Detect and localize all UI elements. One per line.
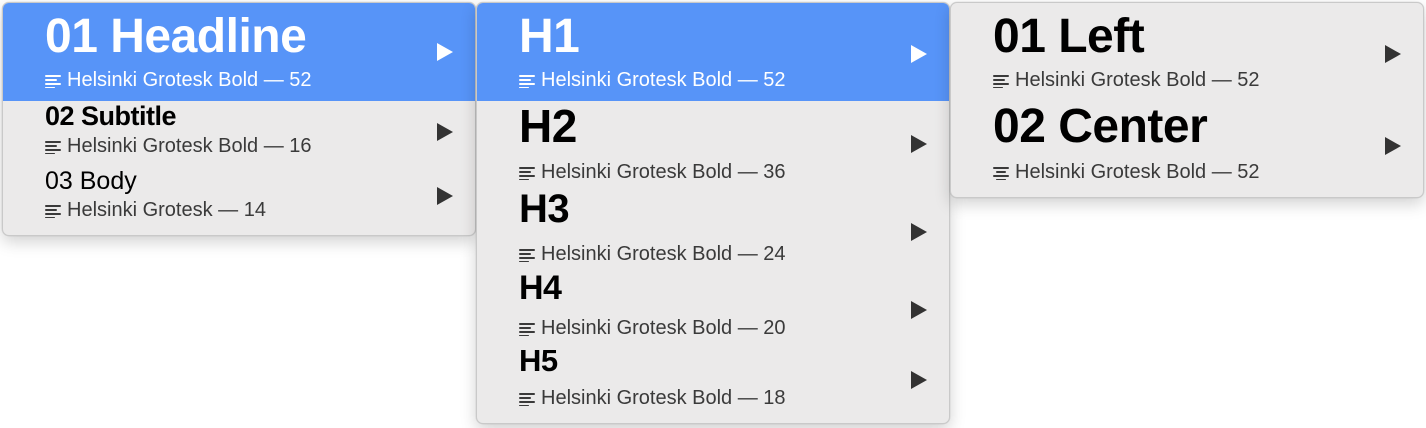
menu-item-title: H5 <box>519 343 558 378</box>
menu-item-title: 03 Body <box>45 167 137 195</box>
submenu-arrow-icon <box>1385 45 1401 63</box>
submenu-arrow-icon <box>911 371 927 389</box>
menu-item-left[interactable]: 01 Left Helsinki Grotesk Bold — 52 <box>951 3 1423 101</box>
menu-item-subtitle-text: Helsinki Grotesk Bold — 52 <box>1015 161 1260 183</box>
menu-item-subtitle: Helsinki Grotesk Bold — 16 <box>45 135 312 158</box>
align-left-icon <box>519 248 535 262</box>
submenu-arrow-icon <box>437 43 453 61</box>
align-left-icon <box>45 204 61 218</box>
menu-item-subtitle: Helsinki Grotesk Bold — 52 <box>993 161 1260 184</box>
submenu-arrow-icon <box>437 123 453 141</box>
align-center-icon <box>993 166 1009 180</box>
align-left-icon <box>45 140 61 154</box>
headline-size-menu: H1 Helsinki Grotesk Bold — 52 H2 Helsink… <box>476 2 950 424</box>
menu-item-h5[interactable]: H5 Helsinki Grotesk Bold — 18 <box>477 343 949 417</box>
submenu-arrow-icon <box>911 45 927 63</box>
menu-item-h1[interactable]: H1 Helsinki Grotesk Bold — 52 <box>477 3 949 101</box>
menu-item-h4[interactable]: H4 Helsinki Grotesk Bold — 20 <box>477 269 949 343</box>
text-style-menu: 01 Headline Helsinki Grotesk Bold — 52 0… <box>2 2 476 236</box>
menu-item-subtitle: Helsinki Grotesk Bold — 52 <box>993 69 1260 92</box>
submenu-arrow-icon <box>911 223 927 241</box>
submenu-arrow-icon <box>1385 137 1401 155</box>
menu-item-title: 02 Subtitle <box>45 101 177 131</box>
menu-item-subtitle-style[interactable]: 02 Subtitle Helsinki Grotesk Bold — 16 <box>3 101 475 167</box>
menu-item-subtitle-text: Helsinki Grotesk Bold — 24 <box>541 243 786 265</box>
menu-item-subtitle: Helsinki Grotesk — 14 <box>45 199 266 222</box>
menu-item-title: H4 <box>519 269 562 307</box>
menu-item-subtitle-text: Helsinki Grotesk Bold — 52 <box>67 69 312 91</box>
align-left-icon <box>519 74 535 88</box>
menu-item-title: H2 <box>519 100 577 152</box>
menu-item-title: 02 Center <box>993 100 1208 153</box>
menu-item-title: 01 Headline <box>45 10 307 63</box>
menu-item-body[interactable]: 03 Body Helsinki Grotesk — 14 <box>3 167 475 233</box>
menu-item-subtitle: Helsinki Grotesk Bold — 18 <box>519 387 786 410</box>
menu-item-title: H3 <box>519 187 570 231</box>
menu-item-subtitle: Helsinki Grotesk Bold — 24 <box>519 243 786 266</box>
align-left-icon <box>519 322 535 336</box>
align-left-icon <box>519 166 535 180</box>
menu-item-subtitle-text: Helsinki Grotesk — 14 <box>67 199 266 221</box>
alignment-menu: 01 Left Helsinki Grotesk Bold — 52 02 Ce… <box>950 2 1424 198</box>
menu-item-subtitle: Helsinki Grotesk Bold — 36 <box>519 161 786 184</box>
menu-item-h2[interactable]: H2 Helsinki Grotesk Bold — 36 <box>477 100 949 187</box>
menu-item-h3[interactable]: H3 Helsinki Grotesk Bold — 24 <box>477 187 949 269</box>
submenu-arrow-icon <box>911 301 927 319</box>
menu-item-subtitle-text: Helsinki Grotesk Bold — 20 <box>541 317 786 339</box>
menu-item-subtitle: Helsinki Grotesk Bold — 52 <box>45 69 312 92</box>
menu-item-subtitle: Helsinki Grotesk Bold — 52 <box>519 69 786 92</box>
align-left-icon <box>45 74 61 88</box>
menu-item-title: 01 Left <box>993 10 1145 63</box>
menu-item-subtitle-text: Helsinki Grotesk Bold — 36 <box>541 161 786 183</box>
menu-item-subtitle-text: Helsinki Grotesk Bold — 52 <box>1015 69 1260 91</box>
menu-item-title: H1 <box>519 10 580 63</box>
menu-item-subtitle-text: Helsinki Grotesk Bold — 52 <box>541 69 786 91</box>
align-left-icon <box>519 392 535 406</box>
submenu-arrow-icon <box>911 135 927 153</box>
menu-item-subtitle: Helsinki Grotesk Bold — 20 <box>519 317 786 340</box>
align-left-icon <box>993 74 1009 88</box>
menu-item-center[interactable]: 02 Center Helsinki Grotesk Bold — 52 <box>951 99 1423 195</box>
menu-item-subtitle-text: Helsinki Grotesk Bold — 16 <box>67 135 312 157</box>
menu-item-headline[interactable]: 01 Headline Helsinki Grotesk Bold — 52 <box>3 3 475 101</box>
submenu-arrow-icon <box>437 187 453 205</box>
menu-item-subtitle-text: Helsinki Grotesk Bold — 18 <box>541 387 786 409</box>
